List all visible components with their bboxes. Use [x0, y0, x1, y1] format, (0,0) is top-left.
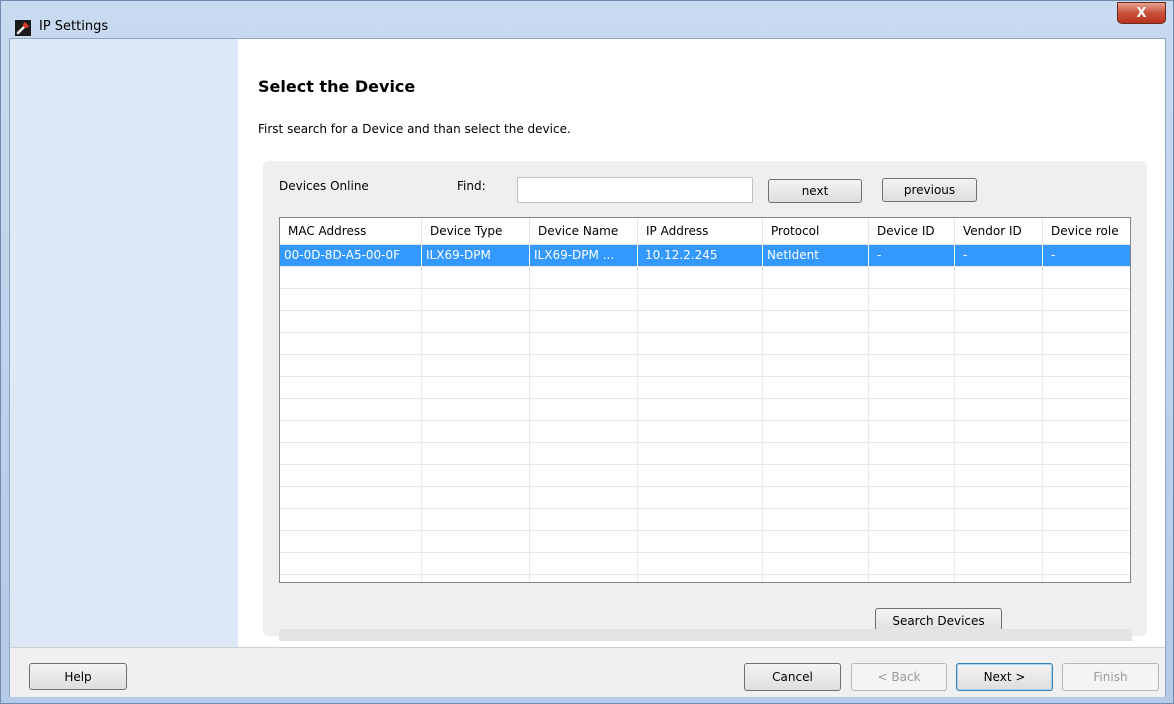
empty-table-row	[280, 267, 1130, 289]
empty-table-row	[280, 553, 1130, 575]
find-next-button[interactable]: next	[768, 179, 862, 203]
cell-device-name: ILX69-DPM ...	[530, 245, 638, 266]
column-header-device-id[interactable]: Device ID	[869, 218, 955, 244]
wizard-sidebar	[10, 39, 238, 647]
title-bar[interactable]: IP Settings X	[1, 1, 1173, 37]
table-header: MAC Address Device Type Device Name IP A…	[280, 218, 1130, 245]
page-instruction: First search for a Device and than selec…	[258, 122, 571, 136]
cell-mac-address: 00-0D-8D-A5-00-0F	[280, 245, 422, 266]
close-icon: X	[1136, 5, 1147, 21]
wrench-icon	[15, 20, 31, 36]
empty-table-row	[280, 509, 1130, 531]
help-button[interactable]: Help	[29, 663, 127, 690]
empty-table-row	[280, 311, 1130, 333]
group-bottom-edge	[279, 629, 1132, 641]
devices-group: Devices Online Find: next previous MAC A…	[263, 161, 1147, 636]
cell-vendor-id: -	[955, 245, 1043, 266]
wizard-page: Select the Device First search for a Dev…	[238, 39, 1165, 647]
empty-table-row	[280, 355, 1130, 377]
wizard-client-area: Select the Device First search for a Dev…	[9, 38, 1166, 697]
table-body: 00-0D-8D-A5-00-0F ILX69-DPM ILX69-DPM ..…	[280, 245, 1130, 582]
cell-device-role: -	[1051, 248, 1056, 262]
find-input[interactable]	[517, 177, 753, 203]
next-button[interactable]: Next >	[956, 663, 1053, 691]
column-header-device-name[interactable]: Device Name	[530, 218, 638, 244]
empty-table-row	[280, 333, 1130, 355]
column-header-device-type[interactable]: Device Type	[422, 218, 530, 244]
empty-table-row	[280, 399, 1130, 421]
devices-online-label: Devices Online	[279, 179, 369, 193]
cell-device-id: -	[869, 245, 955, 266]
column-header-device-role[interactable]: Device role	[1043, 218, 1130, 244]
ip-settings-window: IP Settings X Select the Device First se…	[0, 0, 1174, 704]
empty-table-row	[280, 531, 1130, 553]
close-button[interactable]: X	[1117, 2, 1166, 24]
devices-table[interactable]: MAC Address Device Type Device Name IP A…	[279, 217, 1131, 583]
cell-protocol: NetIdent	[763, 245, 869, 266]
empty-table-row	[280, 465, 1130, 487]
empty-table-row	[280, 377, 1130, 399]
find-label: Find:	[457, 179, 486, 193]
empty-table-row	[280, 289, 1130, 311]
table-row[interactable]: 00-0D-8D-A5-00-0F ILX69-DPM ILX69-DPM ..…	[280, 245, 1130, 267]
find-previous-button[interactable]: previous	[882, 178, 977, 202]
back-button[interactable]: < Back	[851, 663, 947, 691]
empty-table-row	[280, 443, 1130, 465]
column-header-protocol[interactable]: Protocol	[763, 218, 869, 244]
column-header-vendor-id[interactable]: Vendor ID	[955, 218, 1043, 244]
cancel-button[interactable]: Cancel	[744, 663, 841, 691]
empty-table-row	[280, 575, 1130, 582]
window-title: IP Settings	[39, 19, 109, 34]
cell-device-type: ILX69-DPM	[422, 245, 530, 266]
column-header-ip-address[interactable]: IP Address	[638, 218, 763, 244]
page-title: Select the Device	[258, 77, 416, 96]
column-header-mac-address[interactable]: MAC Address	[280, 218, 422, 244]
wizard-footer: Help Cancel < Back Next > Finish	[10, 647, 1165, 697]
finish-button[interactable]: Finish	[1062, 663, 1159, 691]
empty-table-row	[280, 487, 1130, 509]
empty-table-row	[280, 421, 1130, 443]
cell-ip-address: 10.12.2.245	[638, 245, 763, 266]
